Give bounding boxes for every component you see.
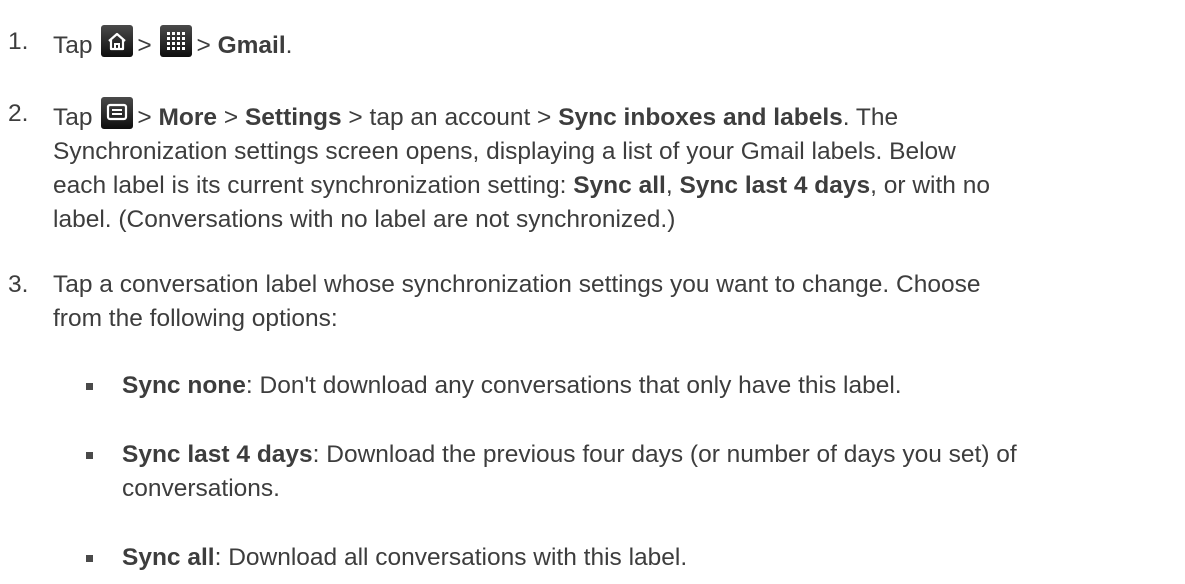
step-3-line-2: from the following options: [53, 305, 338, 332]
bullet-marker [86, 383, 93, 390]
apps-grid-icon [160, 25, 193, 57]
step-2-line-4: label. (Conversations with no label are … [53, 206, 676, 233]
home-icon [101, 25, 134, 57]
step-3-line-1: Tap a conversation label whose synchroni… [53, 271, 981, 298]
option-text: Sync all: Download all conversations wit… [122, 544, 688, 571]
step-number: 3. [8, 271, 29, 298]
gmail-label: Gmail [217, 32, 286, 59]
bullet-marker [86, 452, 93, 459]
step-2-line-2: Synchronization settings screen opens, d… [53, 138, 956, 165]
step-2-line-1: Tap > More > Settings > tap an account >… [53, 97, 1178, 135]
step-body: Tap a conversation label whose synchroni… [53, 268, 1178, 336]
bullet-marker [86, 555, 93, 562]
step-body: Tap > More > Settings > tap an account >… [53, 97, 1178, 237]
document: 1. Tap > > Gmail. 2. Tap > More > Settin… [0, 0, 1185, 584]
step-body: Tap > > Gmail. [53, 25, 1178, 63]
option-text: Sync none: Don't download any conversati… [122, 372, 902, 399]
step-number: 1. [8, 28, 29, 55]
step-2-line-3: each label is its current synchronizatio… [53, 172, 990, 199]
option-text: Sync last 4 days: Download the previous … [122, 441, 1017, 502]
step-number: 2. [8, 100, 29, 127]
menu-icon [101, 97, 134, 129]
